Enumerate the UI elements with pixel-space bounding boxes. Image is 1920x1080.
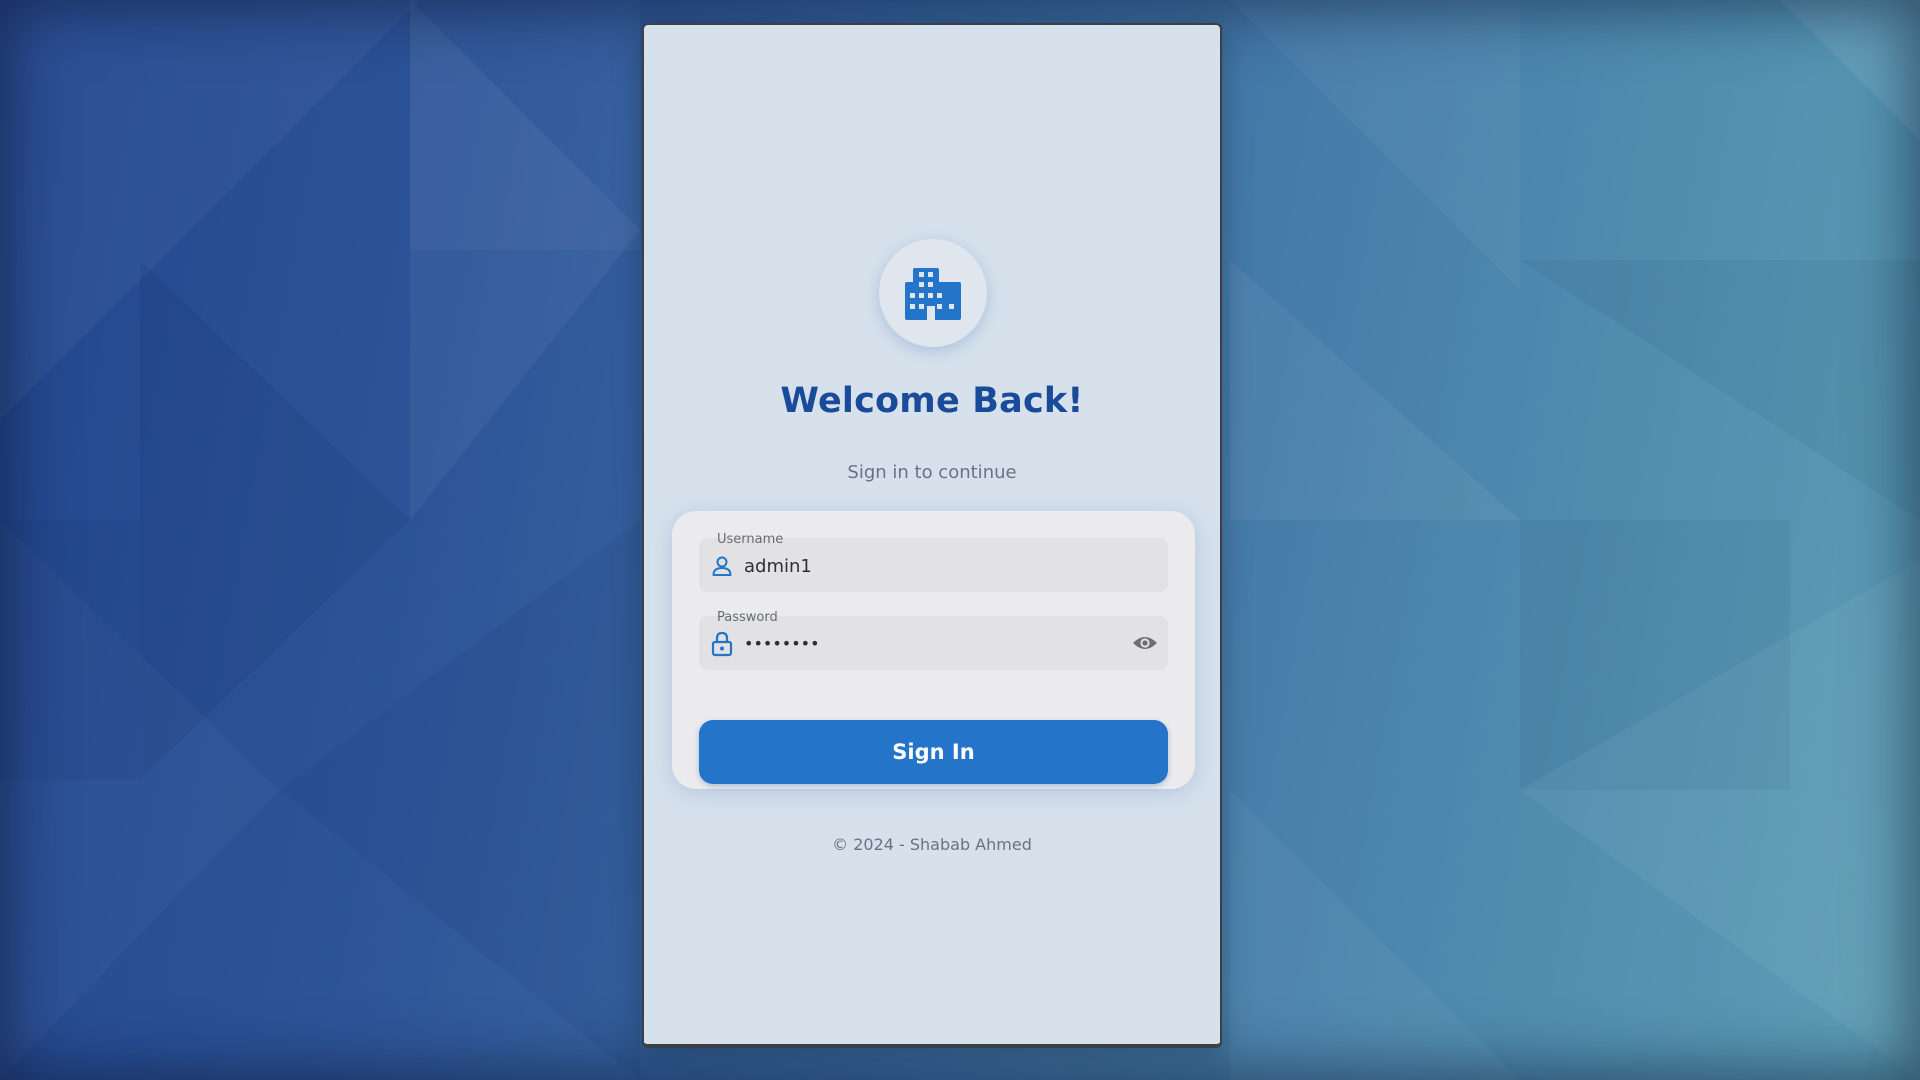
login-form: Username Password •••••••• bbox=[672, 511, 1195, 789]
username-input[interactable] bbox=[744, 556, 1104, 577]
page-title: Welcome Back! bbox=[780, 381, 1084, 421]
copyright-footer: © 2024 - Shabab Ahmed bbox=[832, 835, 1032, 854]
login-screen: Welcome Back! Sign in to continue Userna… bbox=[642, 23, 1222, 1048]
username-field[interactable]: Username bbox=[699, 532, 1168, 592]
username-label: Username bbox=[717, 532, 784, 547]
logo bbox=[879, 239, 987, 347]
page-subtitle: Sign in to continue bbox=[847, 462, 1017, 483]
building-icon bbox=[905, 268, 961, 320]
password-label: Password bbox=[717, 610, 778, 625]
lock-icon bbox=[710, 630, 734, 658]
sign-in-button[interactable]: Sign In bbox=[699, 720, 1168, 784]
person-icon bbox=[710, 552, 734, 580]
password-field[interactable]: Password •••••••• bbox=[699, 610, 1168, 670]
password-input[interactable]: •••••••• bbox=[744, 634, 820, 653]
eye-icon[interactable] bbox=[1130, 629, 1160, 657]
